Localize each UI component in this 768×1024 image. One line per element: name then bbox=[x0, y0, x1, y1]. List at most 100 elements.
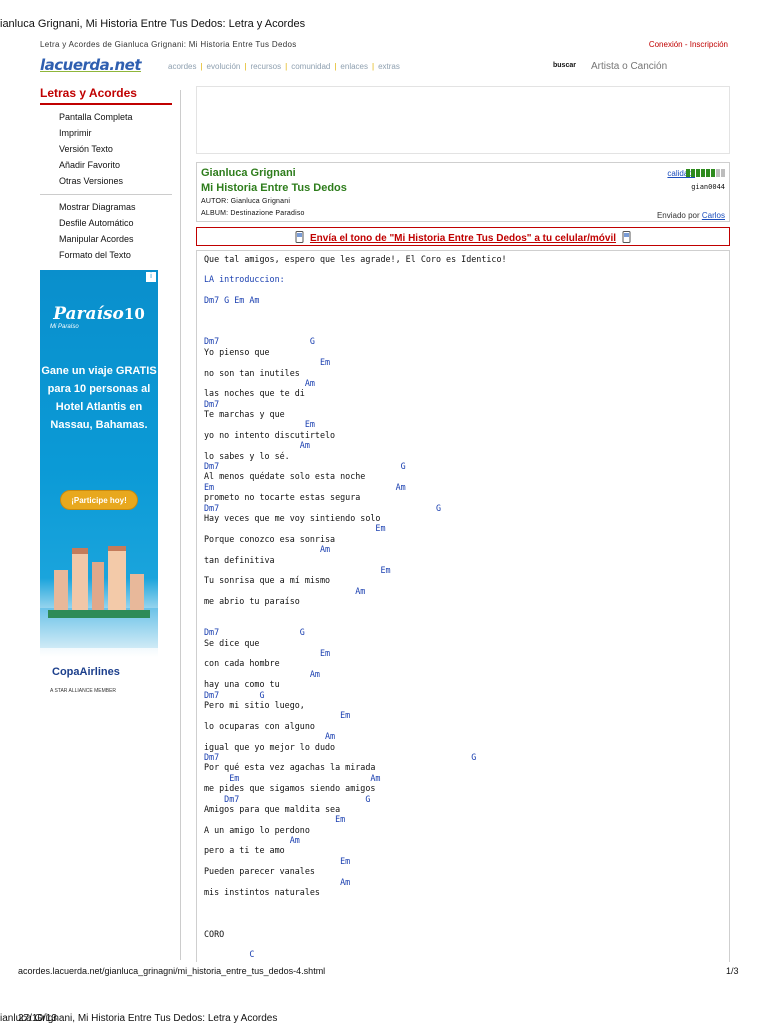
chord-line: Am bbox=[204, 585, 366, 596]
nav-item[interactable]: recursos bbox=[250, 62, 281, 71]
lyric-line: las noches que te di bbox=[204, 388, 305, 399]
logo-text: lacuerda.net bbox=[40, 56, 142, 74]
nav-item[interactable]: acordes bbox=[168, 62, 196, 71]
lyric-line: Amigos para que maldita sea bbox=[204, 803, 341, 814]
chord-line: Dm7 G bbox=[204, 336, 315, 347]
chord-line: Em bbox=[204, 419, 315, 430]
lyric-line: Por qué esta vez agachas la mirada bbox=[204, 762, 376, 773]
lyric-line: Te marchas y que bbox=[204, 409, 285, 420]
chord-line: Am bbox=[204, 668, 320, 679]
chord-line: Dm7 G bbox=[204, 793, 371, 804]
advertisement-banner[interactable]: i Paraíso10 Mi Paraíso Gane un viaje GRA… bbox=[40, 270, 158, 710]
nav-item[interactable]: extras bbox=[378, 62, 400, 71]
sidebar-item-transpose-chords[interactable]: Manipular Acordes bbox=[40, 231, 172, 247]
nav-separator: | bbox=[244, 62, 247, 71]
lyric-line: Pueden parecer vanales bbox=[204, 866, 315, 877]
song-album: ALBUM: Destinazione Paradiso bbox=[201, 210, 305, 217]
sent-by: Enviado por Carlos bbox=[657, 211, 725, 220]
chord-line: Am bbox=[204, 544, 331, 555]
lyric-line: prometo no tocarte estas segura bbox=[204, 492, 361, 503]
chord-line: Am bbox=[204, 440, 310, 451]
quality-segment bbox=[691, 169, 695, 177]
lyric-line: me pides que sigamos siendo amigos bbox=[204, 783, 376, 794]
quality-segment bbox=[716, 169, 720, 177]
artist-name[interactable]: Gianluca Grignani bbox=[201, 167, 296, 179]
chord-line: Em Am bbox=[204, 772, 381, 783]
search-input[interactable] bbox=[585, 56, 725, 76]
sent-by-user-link[interactable]: Carlos bbox=[702, 211, 725, 220]
chord-line: Dm7 G bbox=[204, 461, 406, 472]
phone-icon bbox=[622, 230, 631, 243]
nav-item[interactable]: evolución bbox=[207, 62, 241, 71]
top-navigation: acordes | evolución | recursos | comunidad | enl… bbox=[168, 62, 400, 71]
chord-line: Em bbox=[204, 357, 331, 368]
login-links: Conexión - Inscripción bbox=[649, 40, 728, 49]
chord-line: Dm7 G bbox=[204, 502, 441, 513]
ringtone-banner[interactable]: Envía el tono de "Mi Historia Entre Tus … bbox=[196, 227, 730, 246]
ad-choices-icon[interactable]: i bbox=[146, 272, 156, 282]
top-ad-slot bbox=[196, 86, 730, 154]
register-link[interactable]: Inscripción bbox=[690, 40, 728, 49]
sidebar-item-add-favorite[interactable]: Añadir Favorito bbox=[40, 157, 172, 173]
lyrics-panel: Que tal amigos, espero que les agrade!, … bbox=[196, 250, 730, 962]
lyric-line: con cada hombre bbox=[204, 658, 280, 669]
print-header-title: ianluca Grignani, Mi Historia Entre Tus … bbox=[0, 18, 306, 30]
lyric-line: A un amigo lo perdono bbox=[204, 824, 310, 835]
sidebar-divider bbox=[40, 194, 172, 195]
chord-line: Em bbox=[204, 648, 331, 659]
ringtone-link[interactable]: Envía el tono de "Mi Historia Entre Tus … bbox=[310, 233, 616, 244]
ad-hotel-image bbox=[48, 546, 150, 618]
chord-line: Dm7 G bbox=[204, 627, 305, 638]
lyric-line: lo sabes y lo sé. bbox=[204, 450, 290, 461]
quality-segment bbox=[706, 169, 710, 177]
chord-line: Dm7 G bbox=[204, 689, 265, 700]
sidebar-item-text-format[interactable]: Formato del Texto bbox=[40, 247, 172, 263]
lyric-line: pero a ti te amo bbox=[204, 845, 285, 856]
chord-line: Dm7 bbox=[204, 398, 220, 409]
chord-line: C bbox=[204, 949, 255, 960]
lyric-line: Yo pienso que bbox=[204, 346, 270, 357]
sidebar-item-autoscroll[interactable]: Desfile Automático bbox=[40, 215, 172, 231]
ad-airline-logo: CopaAirlines bbox=[52, 666, 120, 678]
lyric-line: Pero mi sitio luego, bbox=[204, 700, 305, 711]
chord-line: Em bbox=[204, 523, 386, 534]
lyric-line: no son tan inutiles bbox=[204, 367, 300, 378]
lyric-line: Tu sonrisa que a mí mismo bbox=[204, 575, 331, 586]
nav-item[interactable]: enlaces bbox=[340, 62, 368, 71]
site-logo[interactable]: lacuerda.net bbox=[40, 56, 142, 76]
lyric-line: igual que yo mejor lo dudo bbox=[204, 741, 336, 752]
sidebar-item-show-diagrams[interactable]: Mostrar Diagramas bbox=[40, 199, 172, 215]
chord-line: Em Am bbox=[204, 481, 406, 492]
print-footer-url: acordes.lacuerda.net/gianluca_grinagni/m… bbox=[18, 966, 326, 976]
sidebar-item-other-versions[interactable]: Otras Versiones bbox=[40, 173, 172, 189]
ad-cta-button[interactable]: ¡Participe hoy! bbox=[60, 490, 138, 510]
chord-line: Em bbox=[204, 855, 351, 866]
lyric-line: hay una como tu bbox=[204, 679, 280, 690]
sidebar-item-fullscreen[interactable]: Pantalla Completa bbox=[40, 109, 172, 125]
ad-airline-sub: A STAR ALLIANCE MEMBER bbox=[50, 688, 117, 694]
sidebar-item-print[interactable]: Imprimir bbox=[40, 125, 172, 141]
sidebar: Letras y Acordes Pantalla Completa Impri… bbox=[40, 86, 172, 263]
breadcrumb: Letra y Acordes de Gianluca Grignani: Mi… bbox=[40, 40, 297, 49]
nav-item[interactable]: comunidad bbox=[291, 62, 330, 71]
ad-brand-number: 10 bbox=[123, 305, 145, 323]
lyrics-intro-note: Que tal amigos, espero que les agrade!, … bbox=[204, 254, 507, 264]
print-footer-date: 27/10/13 bbox=[18, 1013, 57, 1024]
chord-line: Em bbox=[204, 710, 351, 721]
chord-line: LA introduccion: bbox=[204, 274, 285, 284]
nav-separator: | bbox=[334, 62, 337, 71]
sidebar-item-text-version[interactable]: Versión Texto bbox=[40, 141, 172, 157]
nav-separator: | bbox=[372, 62, 375, 71]
lyric-line: Se dice que bbox=[204, 637, 260, 648]
login-link[interactable]: Conexión bbox=[649, 40, 683, 49]
song-title: Mi Historia Entre Tus Dedos bbox=[201, 182, 347, 194]
quality-rating-bar bbox=[686, 169, 725, 177]
chord-line: Am bbox=[204, 377, 315, 388]
search-label: buscar bbox=[553, 62, 576, 69]
